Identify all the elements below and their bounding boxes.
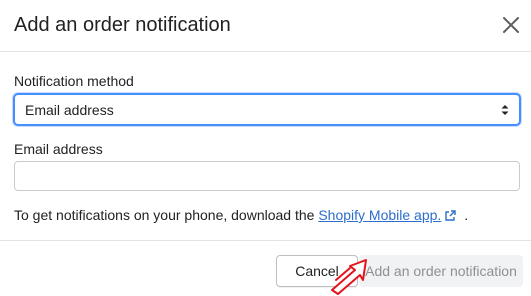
notification-method-label: Notification method — [14, 73, 134, 89]
shopify-mobile-app-link[interactable]: Shopify Mobile app. — [318, 207, 441, 223]
close-button[interactable] — [498, 12, 524, 38]
order-notification-modal: Add an order notification Notification m… — [0, 0, 531, 296]
email-address-label: Email address — [14, 141, 103, 157]
modal-title: Add an order notification — [14, 14, 231, 36]
select-arrows-icon — [501, 105, 509, 115]
cancel-button[interactable]: Cancel — [276, 255, 358, 287]
note-suffix: . — [464, 207, 469, 223]
close-icon — [503, 17, 519, 33]
email-address-input[interactable] — [14, 161, 520, 191]
modal-header: Add an order notification — [0, 0, 531, 52]
external-link-icon — [445, 210, 456, 221]
note-text: To get notifications on your phone, down… — [14, 207, 315, 223]
mobile-app-note: To get notifications on your phone, down… — [14, 206, 468, 224]
add-order-notification-button[interactable]: Add an order notification — [359, 255, 523, 287]
notification-method-value: Email address — [25, 102, 114, 118]
notification-method-select[interactable]: Email address — [13, 93, 521, 126]
